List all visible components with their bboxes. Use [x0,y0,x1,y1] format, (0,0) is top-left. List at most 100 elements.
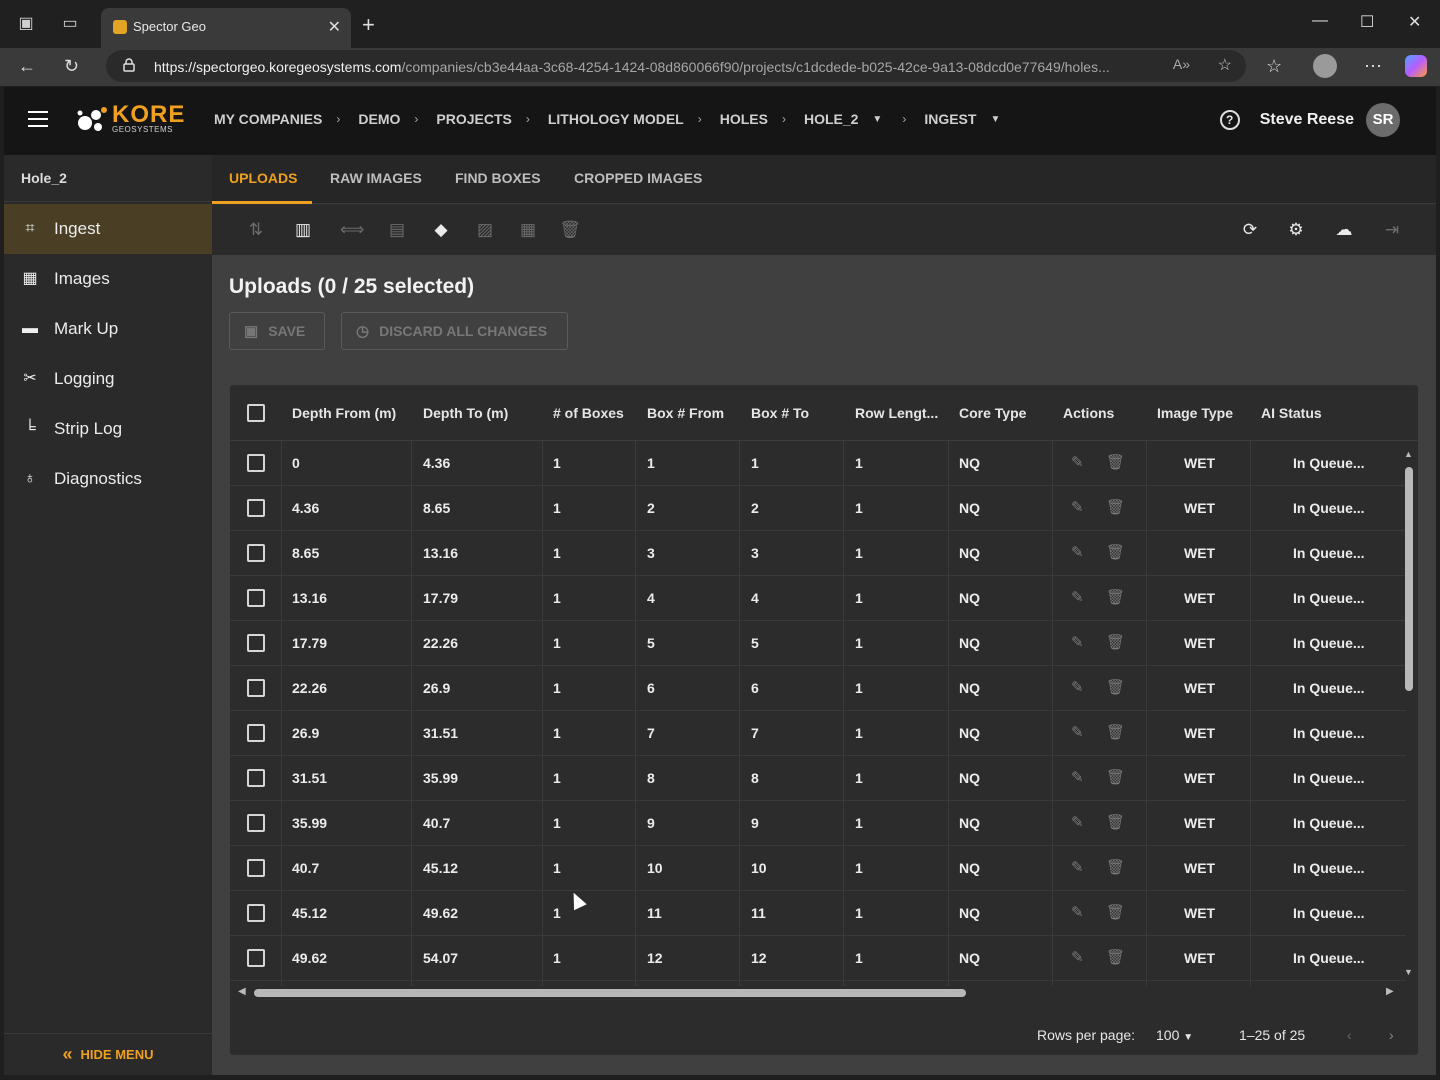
delete-icon[interactable]: 🗑 [1106,633,1125,651]
table-row[interactable]: 17.79 22.26 1 5 5 1 NQ ✎ 🗑 WET In Queue... [230,621,1406,666]
table-cell[interactable]: NQ [959,905,980,921]
column-header[interactable]: Box # To [751,405,809,421]
row-checkbox[interactable] [247,769,265,787]
address-bar[interactable]: https://spectorgeo.koregeosystems.com/co… [106,50,1246,82]
table-cell[interactable]: 1 [553,950,561,966]
table-cell[interactable]: 54.07 [423,950,458,966]
eraser-icon[interactable]: ◆ [430,219,452,241]
calculator-icon[interactable]: ▤ [386,219,408,241]
table-cell[interactable]: WET [1184,590,1215,606]
favorites-icon[interactable]: ☆ [1266,56,1282,77]
table-row[interactable]: 35.99 40.7 1 9 9 1 NQ ✎ 🗑 WET In Queue... [230,801,1406,846]
table-cell[interactable]: WET [1184,950,1215,966]
more-icon[interactable]: ⋯ [1364,56,1382,77]
user-menu[interactable]: ? Steve Reese SR [1219,103,1400,137]
table-cell[interactable]: 4.36 [292,500,319,516]
row-checkbox[interactable] [247,544,265,562]
table-cell[interactable]: 6 [751,680,759,696]
edit-icon[interactable]: ✎ [1071,948,1084,966]
prev-page-icon[interactable]: ‹ [1347,1027,1352,1043]
column-header[interactable]: Core Type [959,405,1026,421]
scroll-up-icon[interactable]: ▲ [1404,449,1413,459]
breadcrumb-ingest[interactable]: INGEST [924,111,976,127]
edit-icon[interactable]: ✎ [1071,903,1084,921]
table-cell[interactable]: 1 [855,905,863,921]
breadcrumb-my-companies[interactable]: MY COMPANIES [214,111,322,127]
table-cell[interactable]: In Queue... [1293,905,1365,921]
table-cell[interactable]: 13.16 [423,545,458,561]
table-cell[interactable]: 11 [751,905,766,921]
table-cell[interactable]: 49.62 [423,905,458,921]
edit-icon[interactable]: ✎ [1071,813,1084,831]
table-row[interactable]: 13.16 17.79 1 4 4 1 NQ ✎ 🗑 WET In Queue... [230,576,1406,621]
table-cell[interactable]: In Queue... [1293,680,1365,696]
table-cell[interactable]: 1 [553,725,561,741]
reload-icon[interactable]: ↻ [64,56,79,77]
columns-icon[interactable]: ▥ [292,219,314,241]
delete-icon[interactable]: 🗑 [1106,453,1125,471]
hide-menu-button[interactable]: « HIDE MENU [4,1033,212,1075]
table-cell[interactable]: 26.9 [423,680,450,696]
table-cell[interactable]: NQ [959,860,980,876]
table-row[interactable]: 8.65 13.16 1 3 3 1 NQ ✎ 🗑 WET In Queue... [230,531,1406,576]
avatar[interactable]: SR [1366,103,1400,137]
table-cell[interactable]: In Queue... [1293,500,1365,516]
table-cell[interactable]: 1 [553,545,561,561]
copilot-icon[interactable] [1405,55,1427,77]
table-cell[interactable]: 1 [855,725,863,741]
cloud-upload-icon[interactable]: ☁ [1333,219,1355,241]
new-tab-icon[interactable]: + [362,12,375,38]
tab-uploads[interactable]: UPLOADS [229,170,297,186]
table-cell[interactable]: In Queue... [1293,815,1365,831]
sidebar-item-strip-log[interactable]: ╘ Strip Log [4,404,212,454]
table-cell[interactable]: 31.51 [292,770,327,786]
column-header[interactable]: Actions [1063,405,1114,421]
edit-icon[interactable]: ✎ [1071,453,1084,471]
table-cell[interactable]: In Queue... [1293,455,1365,471]
scroll-left-icon[interactable]: ◀ [238,986,246,997]
sort-depth-icon[interactable]: ⇅ [245,219,267,241]
table-cell[interactable]: 9 [751,815,759,831]
table-cell[interactable]: 1 [553,860,561,876]
column-header[interactable]: Row Lengt... [855,405,938,421]
table-cell[interactable]: 6 [647,680,655,696]
read-aloud-icon[interactable]: A» [1173,56,1190,72]
split-icon[interactable]: ▦ [517,219,539,241]
table-cell[interactable]: 4.36 [423,455,450,471]
maximize-icon[interactable]: ☐ [1360,12,1374,32]
close-window-icon[interactable]: ✕ [1408,12,1421,32]
column-header[interactable]: Depth From (m) [292,405,396,421]
table-cell[interactable]: 1 [855,545,863,561]
table-cell[interactable]: 9 [647,815,655,831]
caret-down-icon[interactable]: ▼ [872,114,882,125]
row-checkbox[interactable] [247,589,265,607]
table-cell[interactable]: 8 [751,770,759,786]
table-cell[interactable]: NQ [959,815,980,831]
table-cell[interactable]: 1 [855,950,863,966]
close-tab-icon[interactable]: ✕ [328,17,341,37]
table-cell[interactable]: WET [1184,455,1215,471]
table-cell[interactable]: NQ [959,770,980,786]
save-button[interactable]: ▣ SAVE [229,312,325,350]
table-cell[interactable]: NQ [959,725,980,741]
table-cell[interactable]: 1 [553,815,561,831]
table-cell[interactable]: In Queue... [1293,770,1365,786]
edit-icon[interactable]: ✎ [1071,543,1084,561]
delete-icon[interactable]: 🗑 [1106,588,1125,606]
breadcrumb-projects[interactable]: PROJECTS [436,111,511,127]
sidebar-item-diagnostics[interactable]: ♁ Diagnostics [4,454,212,504]
table-cell[interactable]: In Queue... [1293,950,1365,966]
delete-icon[interactable]: 🗑 [559,219,581,241]
table-cell[interactable]: 22.26 [423,635,458,651]
scroll-down-icon[interactable]: ▼ [1404,967,1413,977]
table-row[interactable]: 49.62 54.07 1 12 12 1 NQ ✎ 🗑 WET In Queue... [230,936,1406,981]
sidebar-item-ingest[interactable]: ⌗ Ingest [4,204,212,254]
row-checkbox[interactable] [247,679,265,697]
tab-raw-images[interactable]: RAW IMAGES [330,170,422,186]
table-cell[interactable]: 35.99 [292,815,327,831]
edit-icon[interactable]: ✎ [1071,633,1084,651]
row-checkbox[interactable] [247,454,265,472]
table-row[interactable]: 22.26 26.9 1 6 6 1 NQ ✎ 🗑 WET In Queue... [230,666,1406,711]
tab-actions-icon[interactable]: ▭ [60,14,80,34]
table-cell[interactable]: 17.79 [292,635,327,651]
